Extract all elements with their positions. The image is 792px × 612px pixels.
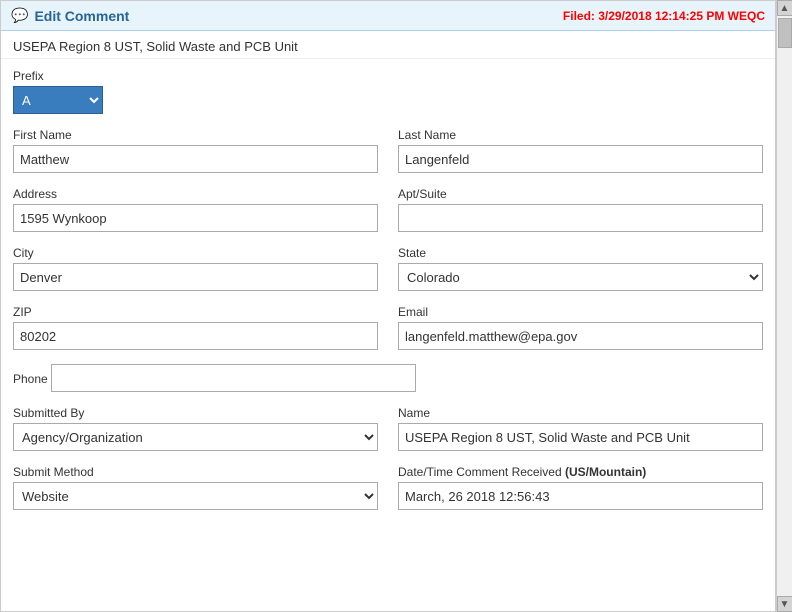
state-select[interactable]: Colorado Alabama Alaska Arizona — [398, 263, 763, 291]
zip-label: ZIP — [13, 305, 378, 319]
state-label: State — [398, 246, 763, 260]
state-group: State Colorado Alabama Alaska Arizona — [398, 246, 763, 291]
apt-suite-input[interactable] — [398, 204, 763, 232]
datetime-group: Date/Time Comment Received (US/Mountain) — [398, 465, 763, 510]
first-name-input[interactable] — [13, 145, 378, 173]
submit-method-label: Submit Method — [13, 465, 378, 479]
form-subtitle: USEPA Region 8 UST, Solid Waste and PCB … — [1, 31, 775, 59]
prefix-label: Prefix — [13, 69, 763, 83]
header-title: Edit Comment — [34, 8, 129, 24]
address-group: Address — [13, 187, 378, 232]
apt-suite-group: Apt/Suite — [398, 187, 763, 232]
address-row: Address Apt/Suite — [13, 187, 763, 232]
city-state-row: City State Colorado Alabama Alaska Arizo… — [13, 246, 763, 291]
name-group: Name — [398, 406, 763, 451]
edit-comment-header: 💬 Edit Comment Filed: 3/29/2018 12:14:25… — [1, 1, 775, 31]
name-row: First Name Last Name — [13, 128, 763, 173]
submitted-name-row: Submitted By Agency/Organization Individ… — [13, 406, 763, 451]
submitted-by-select[interactable]: Agency/Organization Individual Other — [13, 423, 378, 451]
scroll-up-button[interactable]: ▲ — [777, 0, 792, 16]
datetime-input[interactable] — [398, 482, 763, 510]
zip-group: ZIP — [13, 305, 378, 350]
form-body: Prefix A Mr. Ms. Dr. First Name Last Nam… — [1, 59, 775, 534]
submitted-by-label: Submitted By — [13, 406, 378, 420]
submit-method-select[interactable]: Website Email Mail Phone — [13, 482, 378, 510]
city-input[interactable] — [13, 263, 378, 291]
first-name-group: First Name — [13, 128, 378, 173]
city-label: City — [13, 246, 378, 260]
filed-status: Filed: 3/29/2018 12:14:25 PM WEQC — [563, 9, 765, 23]
phone-input[interactable] — [51, 364, 416, 392]
last-name-group: Last Name — [398, 128, 763, 173]
scroll-down-button[interactable]: ▼ — [777, 596, 792, 612]
email-label: Email — [398, 305, 763, 319]
scroll-thumb[interactable] — [778, 18, 792, 48]
name-input[interactable] — [398, 423, 763, 451]
main-panel: 💬 Edit Comment Filed: 3/29/2018 12:14:25… — [0, 0, 776, 612]
first-name-label: First Name — [13, 128, 378, 142]
comment-icon: 💬 — [11, 7, 28, 24]
last-name-input[interactable] — [398, 145, 763, 173]
scrollbar: ▲ ▼ — [776, 0, 792, 612]
prefix-select[interactable]: A Mr. Ms. Dr. — [13, 86, 103, 114]
apt-suite-label: Apt/Suite — [398, 187, 763, 201]
submit-datetime-row: Submit Method Website Email Mail Phone D… — [13, 465, 763, 510]
phone-label: Phone — [13, 372, 48, 386]
zip-input[interactable] — [13, 322, 378, 350]
email-input[interactable] — [398, 322, 763, 350]
phone-group: Phone — [13, 364, 763, 392]
outer-container: 💬 Edit Comment Filed: 3/29/2018 12:14:25… — [0, 0, 792, 612]
email-group: Email — [398, 305, 763, 350]
address-input[interactable] — [13, 204, 378, 232]
address-label: Address — [13, 187, 378, 201]
zip-email-row: ZIP Email — [13, 305, 763, 350]
datetime-label: Date/Time Comment Received (US/Mountain) — [398, 465, 763, 479]
prefix-group: Prefix A Mr. Ms. Dr. — [13, 69, 763, 114]
name-label: Name — [398, 406, 763, 420]
city-group: City — [13, 246, 378, 291]
last-name-label: Last Name — [398, 128, 763, 142]
submitted-by-group: Submitted By Agency/Organization Individ… — [13, 406, 378, 451]
submit-method-group: Submit Method Website Email Mail Phone — [13, 465, 378, 510]
